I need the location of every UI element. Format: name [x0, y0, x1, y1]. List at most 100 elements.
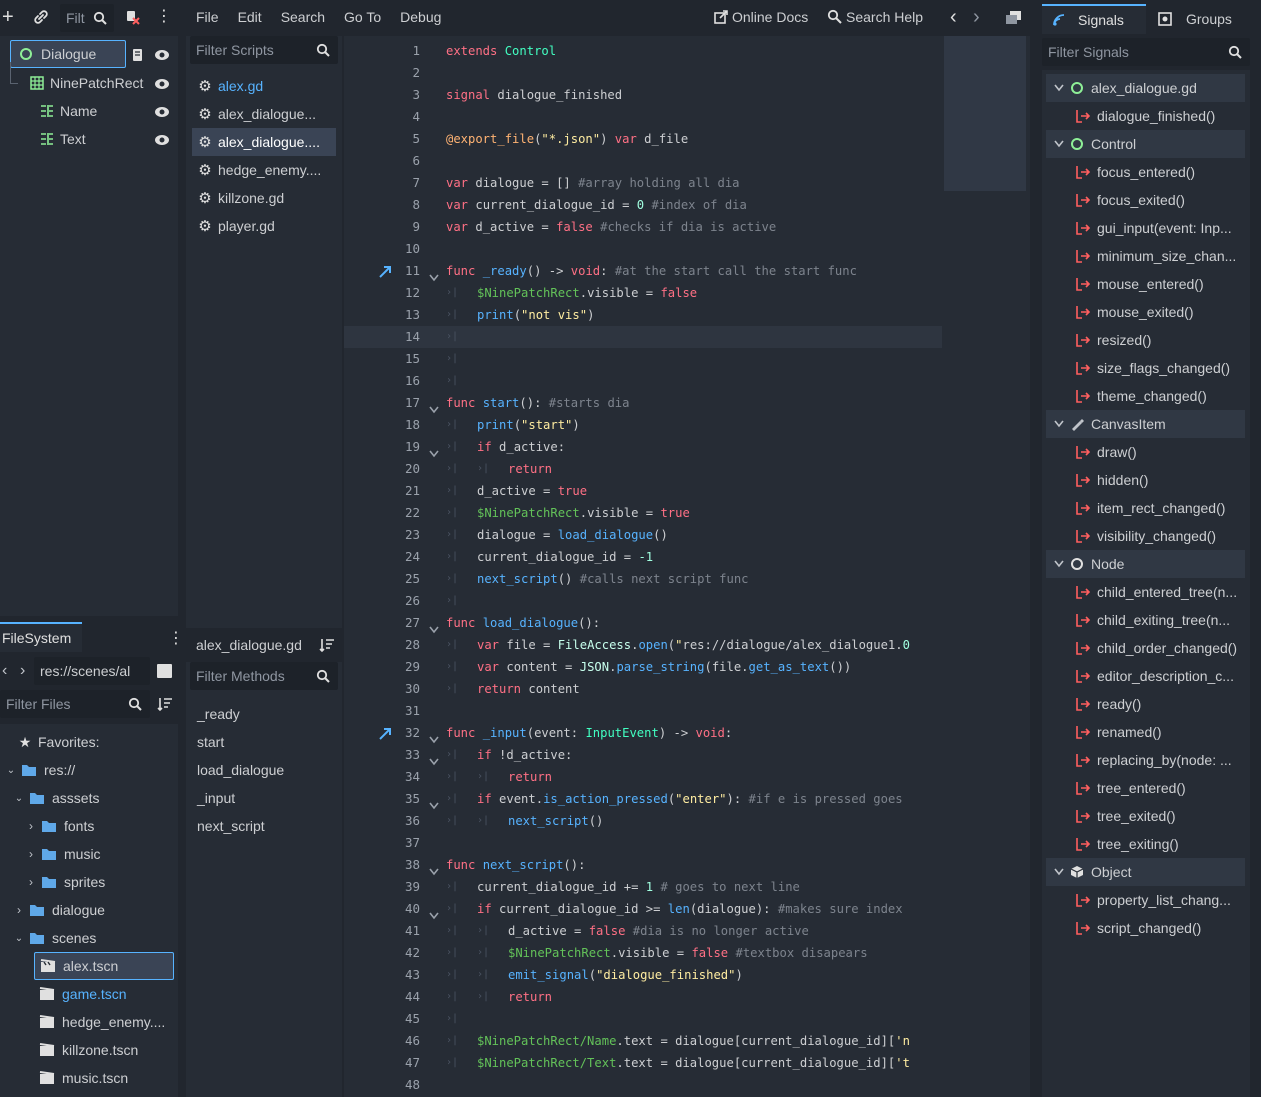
signal-item[interactable]: focus_entered() [1046, 158, 1245, 186]
tree-node-name[interactable]: Name [0, 97, 178, 125]
signal-group-header[interactable]: Object [1046, 858, 1245, 886]
code-line[interactable]: 32 func _input(event: InputEvent) -> void… [344, 722, 1030, 744]
code-line[interactable]: 41 ›| ›| d_active = false #dia is no longer… [344, 920, 1030, 942]
file-music-tscn[interactable]: music.tscn [0, 1064, 178, 1092]
code-line[interactable]: 31 [344, 700, 1030, 722]
script-item-alex-dialogue-gd[interactable]: ⚙ alex_dialogue.... [192, 128, 336, 156]
folder-music[interactable]: › music [0, 840, 178, 868]
script-item-killzone[interactable]: ⚙ killzone.gd [186, 184, 342, 212]
signal-group-header[interactable]: Control [1046, 130, 1245, 158]
code-line[interactable]: 20 ›| ›| return [344, 458, 1030, 480]
signal-item[interactable]: gui_input(event: Inp... [1046, 214, 1245, 242]
tree-node-text[interactable]: Text [0, 125, 178, 153]
forward-arrow-icon[interactable]: › [20, 662, 25, 680]
code-line[interactable]: 11 func _ready() -> void: #at the start c… [344, 260, 1030, 282]
folder-dialogue[interactable]: › dialogue [0, 896, 178, 924]
more-options-icon[interactable]: ⋮ [168, 628, 184, 648]
file-alex-tscn[interactable]: alex.tscn [34, 952, 174, 980]
code-line[interactable]: 45 ›| [344, 1008, 1030, 1030]
code-line[interactable]: 8 var current_dialogue_id = 0 #index of d… [344, 194, 1030, 216]
code-line[interactable]: 29 ›| var content = JSON.parse_string(file… [344, 656, 1030, 678]
search-help-button[interactable]: Search Help [826, 8, 923, 26]
code-line[interactable]: 48 [344, 1074, 1030, 1096]
code-line[interactable]: 14 ›| [344, 326, 1030, 348]
code-line[interactable]: 10 [344, 238, 1030, 260]
code-line[interactable]: 38 func next_script(): [344, 854, 1030, 876]
script-item-player[interactable]: ⚙ player.gd [186, 212, 342, 240]
code-line[interactable]: 42 ›| ›| $NinePatchRect.visible = false #te… [344, 942, 1030, 964]
chevron-down-icon[interactable] [1050, 415, 1068, 433]
code-line[interactable]: 7 var dialogue = [] #array holding all di… [344, 172, 1030, 194]
code-line[interactable]: 35 ›| if event.is_action_pressed("enter"):… [344, 788, 1030, 810]
tree-node-dialogue[interactable]: Dialogue [10, 40, 126, 68]
menu-goto[interactable]: Go To [344, 9, 381, 25]
code-line[interactable]: 46 ›| $NinePatchRect/Name.text = dialogue[… [344, 1030, 1030, 1052]
signal-item[interactable]: hidden() [1046, 466, 1245, 494]
signal-item[interactable]: focus_exited() [1046, 186, 1245, 214]
tab-signals[interactable]: Signals [1042, 4, 1146, 34]
code-line[interactable]: 15 ›| [344, 348, 1030, 370]
code-line[interactable]: 33 ›| if !d_active: [344, 744, 1030, 766]
signal-item[interactable]: property_list_chang... [1046, 886, 1245, 914]
back-arrow-icon[interactable]: ‹ [2, 662, 7, 680]
code-line[interactable]: 12 ›| $NinePatchRect.visible = false [344, 282, 1030, 304]
method-item[interactable]: next_script [186, 812, 342, 840]
filter-signals-input[interactable]: Filter Signals [1042, 38, 1250, 66]
prev-script-icon[interactable]: ‹ [950, 6, 957, 29]
visibility-eye-icon[interactable] [154, 105, 170, 121]
code-line[interactable]: 25 ›| next_script() #calls next script fun… [344, 568, 1030, 590]
code-line[interactable]: 37 [344, 832, 1030, 854]
code-line[interactable]: 3 signal dialogue_finished [344, 84, 1030, 106]
code-line[interactable]: 39 ›| current_dialogue_id += 1 # goes to n… [344, 876, 1030, 898]
signal-group-header[interactable]: CanvasItem [1046, 410, 1245, 438]
script-item-alex-dialogue-txt[interactable]: ⚙ alex_dialogue... [186, 100, 342, 128]
menu-debug[interactable]: Debug [400, 9, 441, 25]
code-line[interactable]: 23 ›| dialogue = load_dialogue() [344, 524, 1030, 546]
code-line[interactable]: 34 ›| ›| return [344, 766, 1030, 788]
next-script-icon[interactable]: › [973, 6, 980, 29]
more-options-icon[interactable]: ⋮ [156, 9, 172, 25]
method-item[interactable]: start [186, 728, 342, 756]
code-line[interactable]: 19 ›| if d_active: [344, 436, 1030, 458]
signal-item[interactable]: child_order_changed() [1046, 634, 1245, 662]
folder-res[interactable]: ⌄ res:// [0, 756, 178, 784]
file-game-tscn[interactable]: game.tscn [0, 980, 178, 1008]
filter-methods-input[interactable]: Filter Methods [190, 662, 338, 690]
menu-search[interactable]: Search [281, 9, 325, 25]
folder-scenes[interactable]: ⌄ scenes [0, 924, 178, 952]
filter-files-input[interactable]: Filter Files [0, 690, 150, 718]
chevron-down-icon[interactable] [1050, 555, 1068, 573]
code-editor[interactable]: 1 extends Control 2 3 signal dialogue_finish… [344, 36, 1030, 1097]
float-window-icon[interactable] [1006, 11, 1022, 27]
visibility-eye-icon[interactable] [154, 77, 170, 93]
signal-item[interactable]: renamed() [1046, 718, 1245, 746]
code-line[interactable]: 21 ›| d_active = true [344, 480, 1030, 502]
script-item-alex[interactable]: ⚙ alex.gd [186, 72, 342, 100]
path-input[interactable]: res://scenes/al [34, 657, 150, 685]
signal-item[interactable]: child_exiting_tree(n... [1046, 606, 1245, 634]
code-line[interactable]: 2 [344, 62, 1030, 84]
code-line[interactable]: 4 [344, 106, 1030, 128]
scene-filter-input[interactable]: Filt [60, 4, 114, 32]
code-line[interactable]: 44 ›| ›| return [344, 986, 1030, 1008]
method-item[interactable]: _input [186, 784, 342, 812]
menu-file[interactable]: File [196, 9, 219, 25]
code-line[interactable]: 24 ›| current_dialogue_id = -1 [344, 546, 1030, 568]
signal-item[interactable]: mouse_entered() [1046, 270, 1245, 298]
signal-item[interactable]: ready() [1046, 690, 1245, 718]
script-attach-icon[interactable] [124, 9, 140, 28]
filesystem-tab[interactable]: FileSystem [0, 622, 82, 652]
folder-sprites[interactable]: › sprites [0, 868, 178, 896]
signal-item[interactable]: script_changed() [1046, 914, 1245, 942]
code-line[interactable]: 47 ›| $NinePatchRect/Text.text = dialogue[… [344, 1052, 1030, 1074]
online-docs-button[interactable]: Online Docs [712, 8, 808, 26]
code-line[interactable]: 28 ›| var file = FileAccess.open("res://di… [344, 634, 1030, 656]
signal-item[interactable]: mouse_exited() [1046, 298, 1245, 326]
code-line[interactable]: 1 extends Control [344, 40, 1030, 62]
sort-icon[interactable] [157, 696, 173, 715]
signal-group-header[interactable]: Node [1046, 550, 1245, 578]
signal-item[interactable]: tree_exited() [1046, 802, 1245, 830]
signal-item[interactable]: theme_changed() [1046, 382, 1245, 410]
menu-edit[interactable]: Edit [238, 9, 262, 25]
chevron-down-icon[interactable] [1050, 135, 1068, 153]
